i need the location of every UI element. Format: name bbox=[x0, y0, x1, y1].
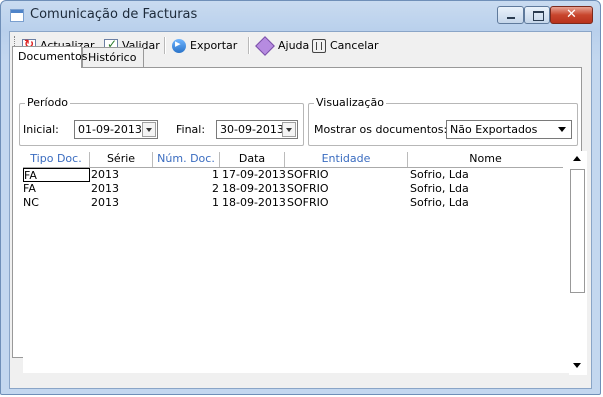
cell-tipo-doc[interactable]: FA bbox=[23, 182, 90, 196]
cancel-button[interactable]: Cancelar bbox=[312, 36, 379, 55]
show-documents-value: Não Exportados bbox=[450, 123, 538, 136]
cell-nome[interactable]: Sofrio, Lda bbox=[410, 168, 560, 182]
start-date-value: 01-09-2013 bbox=[78, 123, 142, 136]
cell-num-doc[interactable]: 1 bbox=[153, 168, 220, 182]
maximize-icon bbox=[533, 11, 544, 21]
close-button[interactable]: ✕ bbox=[550, 6, 593, 24]
cancel-label: Cancelar bbox=[330, 39, 379, 52]
documents-grid[interactable]: Tipo Doc. Série Núm. Doc. Data Entidade … bbox=[23, 152, 579, 373]
maximize-button[interactable] bbox=[524, 6, 550, 24]
export-button[interactable]: Exportar bbox=[172, 36, 237, 55]
scroll-down-icon[interactable] bbox=[569, 357, 586, 374]
start-date-picker[interactable]: 01-09-2013 bbox=[74, 120, 158, 139]
cell-num-doc[interactable]: 1 bbox=[153, 196, 220, 210]
export-label: Exportar bbox=[190, 39, 238, 52]
end-date-label: Final: bbox=[176, 123, 206, 136]
export-icon bbox=[172, 37, 186, 53]
minimize-icon bbox=[507, 17, 515, 19]
end-date-picker[interactable]: 30-09-2013 bbox=[216, 120, 298, 139]
table-row[interactable]: FA 2013 2 18-09-2013 SOFRIO Sofrio, Lda bbox=[23, 182, 563, 196]
help-label: Ajuda bbox=[278, 39, 310, 52]
window-app-icon bbox=[10, 9, 24, 22]
column-header-num-doc[interactable]: Núm. Doc. bbox=[153, 152, 220, 167]
period-group: Período Inicial: 01-09-2013 Final: 30-09… bbox=[19, 96, 304, 146]
view-group: Visualização Mostrar os documentos: Não … bbox=[308, 96, 578, 146]
column-header-tipo-doc[interactable]: Tipo Doc. bbox=[23, 152, 90, 167]
end-date-value: 30-09-2013 bbox=[220, 123, 284, 136]
chevron-down-icon[interactable] bbox=[282, 122, 296, 137]
help-button[interactable]: Ajuda bbox=[255, 35, 310, 56]
tab-historico[interactable]: Histórico bbox=[82, 47, 144, 67]
toolbar-separator bbox=[164, 37, 166, 54]
grid-vertical-scrollbar[interactable] bbox=[569, 151, 587, 375]
table-row[interactable]: NC 2013 1 18-09-2013 SOFRIO Sofrio, Lda bbox=[23, 196, 563, 210]
chevron-down-icon[interactable] bbox=[554, 122, 570, 137]
start-date-label: Inicial: bbox=[23, 123, 59, 136]
scroll-up-icon[interactable] bbox=[569, 151, 586, 168]
cell-num-doc[interactable]: 2 bbox=[153, 182, 220, 196]
scrollbar-thumb[interactable] bbox=[570, 169, 585, 293]
cell-tipo-doc[interactable]: NC bbox=[23, 196, 90, 210]
title-bar[interactable]: Comunicação de Facturas ✕ bbox=[1, 1, 600, 31]
minimize-button[interactable] bbox=[497, 6, 524, 24]
period-legend: Período bbox=[25, 96, 71, 109]
cell-serie[interactable]: 2013 bbox=[91, 196, 153, 210]
cell-data[interactable]: 18-09-2013 bbox=[222, 196, 285, 210]
column-header-nome[interactable]: Nome bbox=[408, 152, 563, 167]
grid-header: Tipo Doc. Série Núm. Doc. Data Entidade … bbox=[23, 152, 563, 168]
view-legend: Visualização bbox=[314, 96, 386, 109]
cancel-icon bbox=[312, 38, 326, 53]
column-header-serie[interactable]: Série bbox=[90, 152, 153, 167]
cell-entidade[interactable]: SOFRIO bbox=[287, 182, 407, 196]
show-documents-select[interactable]: Não Exportados bbox=[446, 120, 572, 139]
help-icon bbox=[255, 35, 275, 56]
window-title: Comunicação de Facturas bbox=[30, 7, 198, 22]
cell-nome[interactable]: Sofrio, Lda bbox=[410, 196, 560, 210]
chevron-down-icon[interactable] bbox=[142, 122, 156, 137]
cell-entidade[interactable]: SOFRIO bbox=[287, 196, 407, 210]
cell-nome[interactable]: Sofrio, Lda bbox=[410, 182, 560, 196]
cell-serie[interactable]: 2013 bbox=[91, 182, 153, 196]
column-header-data[interactable]: Data bbox=[220, 152, 285, 167]
table-row[interactable]: FA 2013 1 17-09-2013 SOFRIO Sofrio, Lda bbox=[23, 168, 563, 182]
column-header-entidade[interactable]: Entidade bbox=[285, 152, 408, 167]
cell-entidade[interactable]: SOFRIO bbox=[287, 168, 407, 182]
tab-documentos[interactable]: Documentos bbox=[12, 46, 87, 68]
cell-data[interactable]: 17-09-2013 bbox=[222, 168, 285, 182]
cell-serie[interactable]: 2013 bbox=[91, 168, 153, 182]
close-icon: ✕ bbox=[566, 7, 577, 22]
cell-data[interactable]: 18-09-2013 bbox=[222, 182, 285, 196]
cell-tipo-doc[interactable]: FA bbox=[23, 168, 90, 182]
show-documents-label: Mostrar os documentos: bbox=[314, 123, 448, 136]
toolbar-separator bbox=[248, 37, 250, 54]
